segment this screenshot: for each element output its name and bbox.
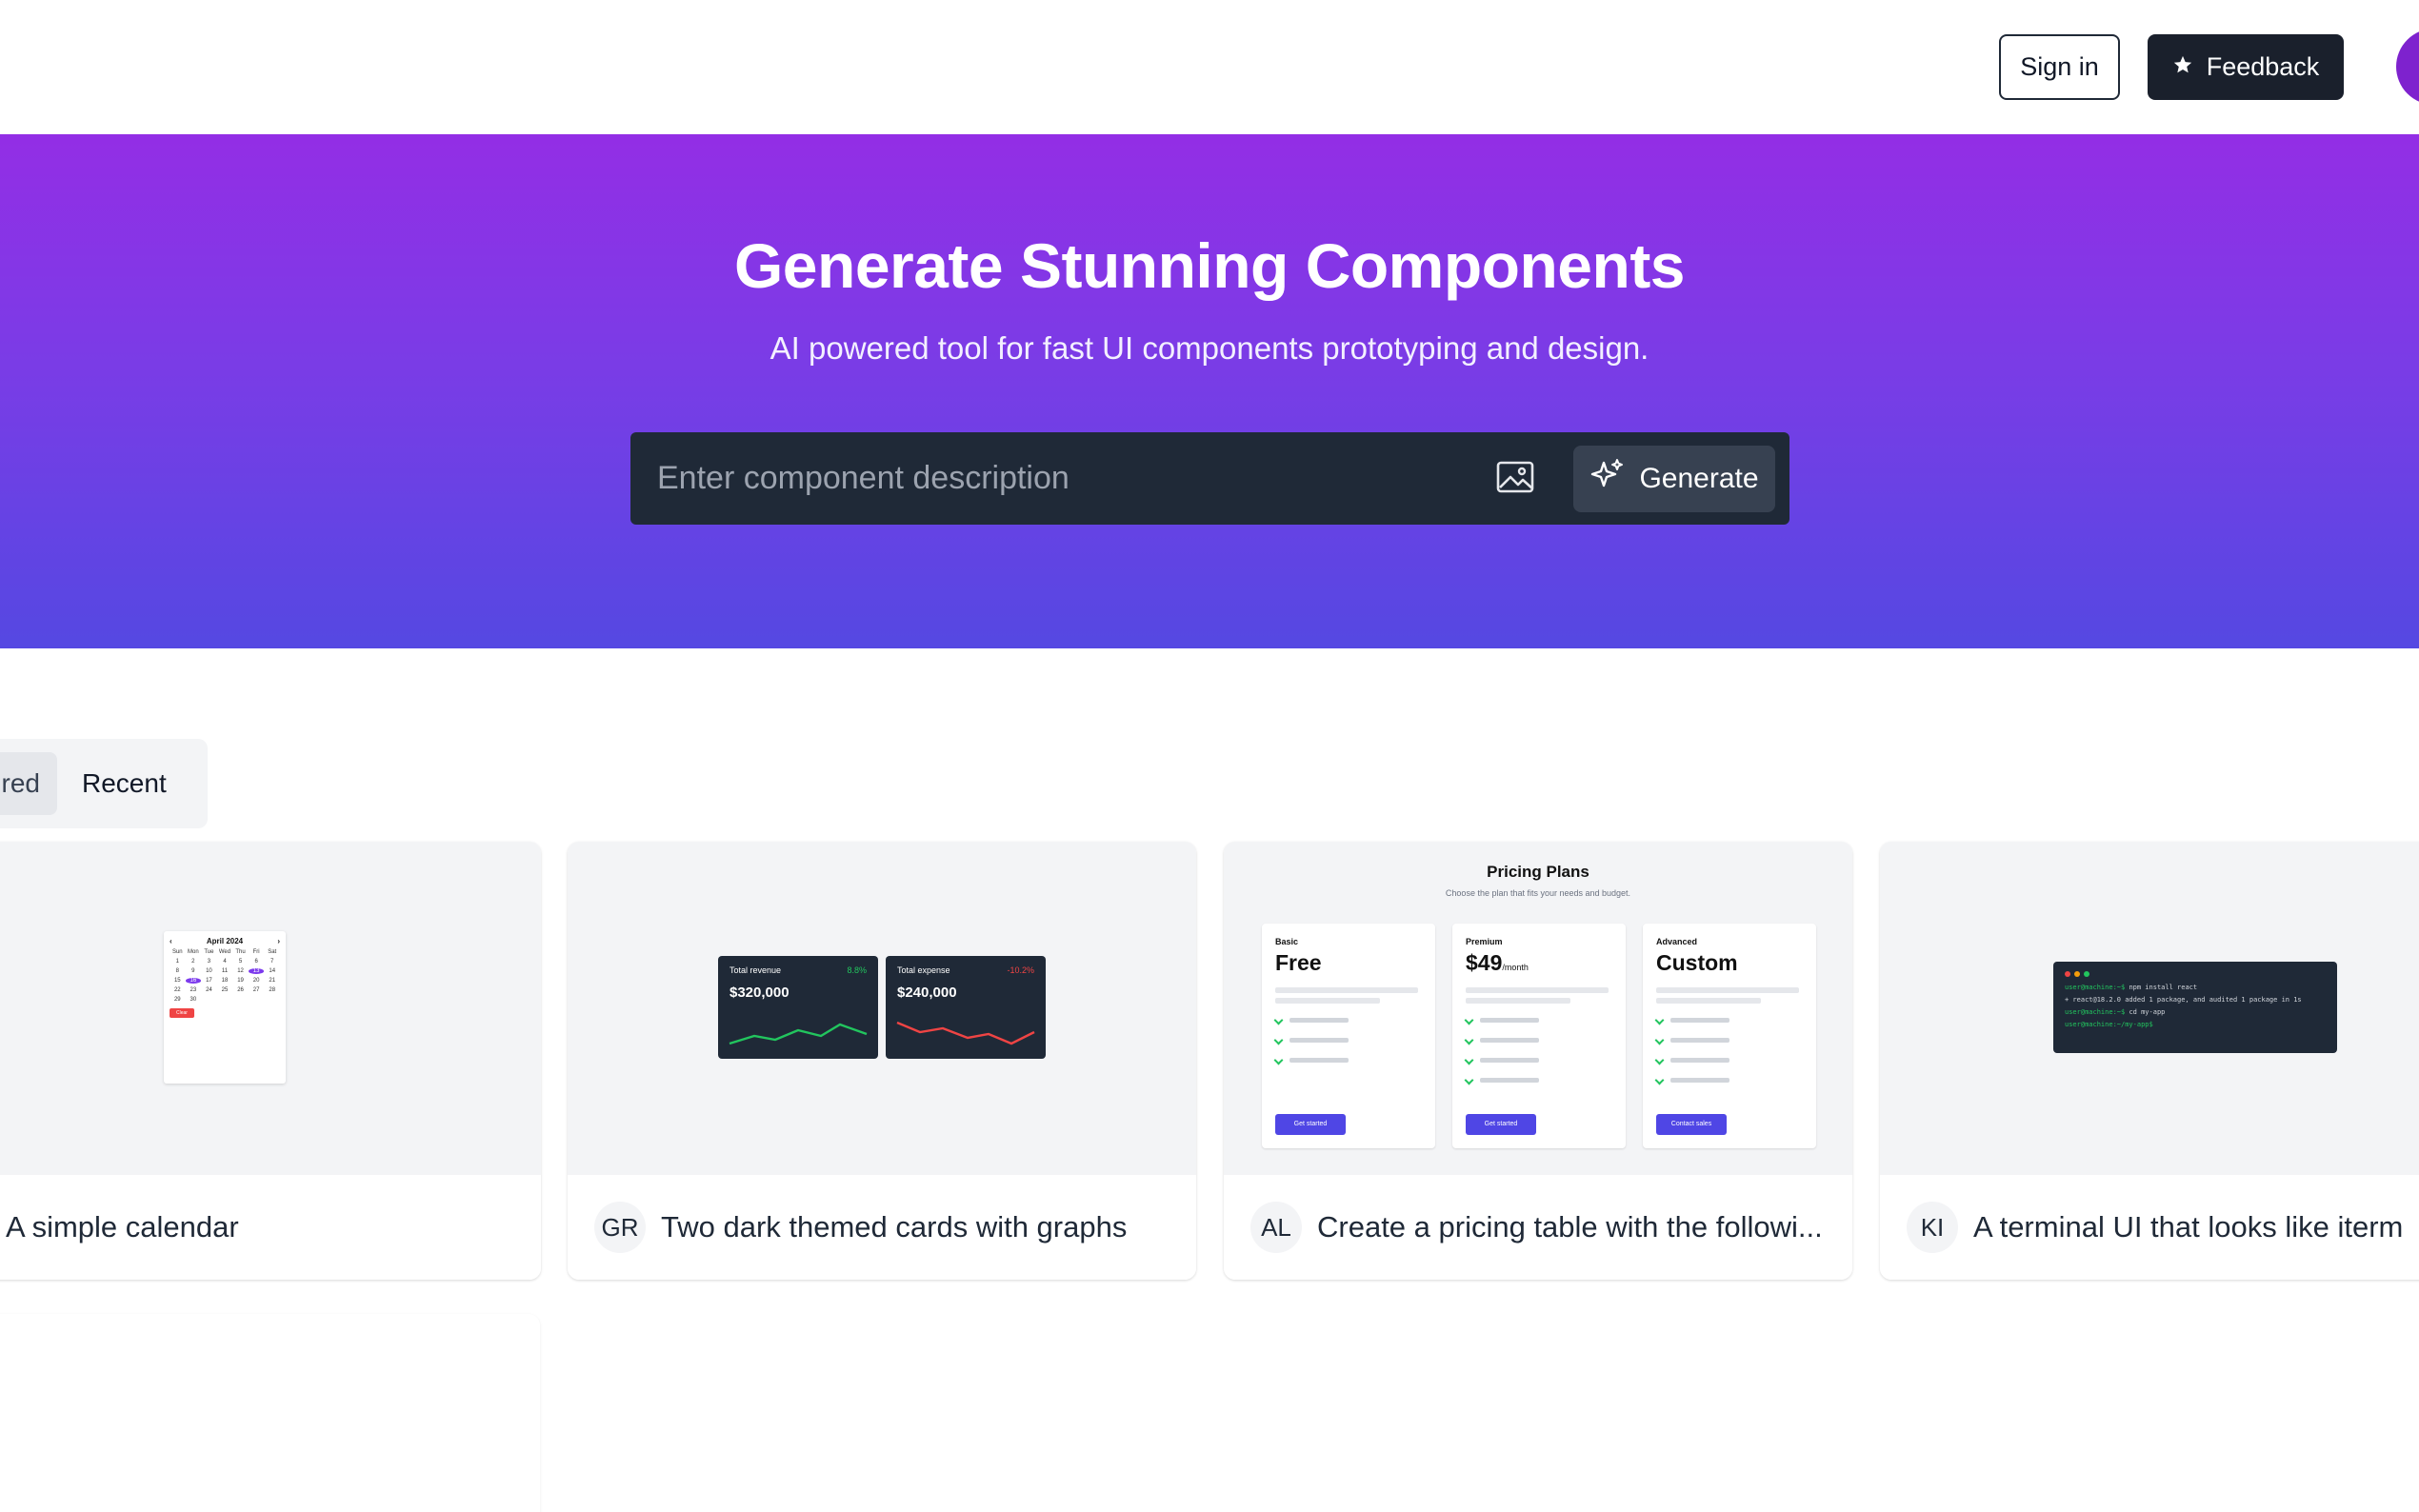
card-preview: ‹ April 2024 › Sun Mon Tue Wed Thu Fri Sat 123… <box>0 842 541 1175</box>
pricing-plan: Advanced Custom Contact sales <box>1643 924 1816 1148</box>
expense-graph <box>896 1021 1035 1045</box>
image-upload-button[interactable] <box>1488 451 1543 507</box>
pricing-heading: Pricing Plans <box>1487 863 1589 881</box>
card-footer: KI A terminal UI that looks like iterm <box>1880 1175 2419 1280</box>
terminal-preview: user@machine:~$ npm install react + reac… <box>2053 962 2337 1053</box>
feedback-label: Feedback <box>2206 52 2320 81</box>
hero-title: Generate Stunning Components <box>733 230 1686 301</box>
sparkles-icon <box>1589 457 1626 501</box>
prev-month-icon: ‹ <box>170 937 172 945</box>
card-title: A simple calendar <box>6 1210 239 1243</box>
card-preview: Pricing Plans Choose the plan that fits … <box>1224 842 1852 1175</box>
card-footer: AL Create a pricing table with the follo… <box>1224 1175 1852 1280</box>
component-card[interactable]: user@machine:~$ npm install react + reac… <box>1880 842 2419 1280</box>
component-description-input[interactable] <box>657 432 1476 525</box>
sign-in-button[interactable]: Sign in <box>1999 34 2120 100</box>
revenue-card-preview: Total revenue 8.8% $320,000 <box>718 956 878 1059</box>
sign-in-label: Sign in <box>2020 52 2099 81</box>
card-preview: Total revenue 8.8% $320,000 Total expense… <box>568 842 1196 1175</box>
revenue-graph <box>729 1023 868 1045</box>
expense-card-preview: Total expense -10.2% $240,000 <box>886 956 1046 1059</box>
calendar-month: April 2024 <box>206 937 244 945</box>
image-icon <box>1496 461 1534 498</box>
card-footer: A simple calendar <box>0 1175 541 1280</box>
component-card[interactable]: Pricing Plans Choose the plan that fits … <box>1224 842 1852 1280</box>
component-card-placeholder <box>0 1314 540 1512</box>
hero-subtitle: AI powered tool for fast UI components p… <box>770 330 1649 366</box>
hero-section: Generate Stunning Components AI powered … <box>0 134 2419 648</box>
card-preview: user@machine:~$ npm install react + reac… <box>1880 842 2419 1175</box>
component-card[interactable]: ‹ April 2024 › Sun Mon Tue Wed Thu Fri Sat 123… <box>0 842 541 1280</box>
pricing-plan: Basic Free Get started <box>1262 924 1435 1148</box>
card-title: A terminal UI that looks like iterm <box>1973 1210 2404 1243</box>
gallery-tabs: red Recent <box>0 739 208 828</box>
calendar-clear-button: Clear <box>170 1008 194 1018</box>
card-title: Create a pricing table with the followi.… <box>1317 1210 1823 1243</box>
top-bar: Sign in Feedback <box>0 0 2419 134</box>
pricing-plan: Premium $49/month Get started <box>1452 924 1626 1148</box>
tab-featured[interactable]: red <box>0 752 57 815</box>
pricing-subheading: Choose the plan that fits your needs and… <box>1445 888 1631 898</box>
feedback-button[interactable]: Feedback <box>2148 34 2344 100</box>
user-avatar[interactable] <box>2396 29 2419 105</box>
card-title: Two dark themed cards with graphs <box>661 1210 1128 1243</box>
tab-recent[interactable]: Recent <box>65 752 189 815</box>
component-card[interactable]: Total revenue 8.8% $320,000 Total expense… <box>568 842 1196 1280</box>
prompt-bar: Generate <box>630 432 1789 525</box>
card-footer: GR Two dark themed cards with graphs <box>568 1175 1196 1280</box>
star-icon <box>2172 52 2193 82</box>
generate-label: Generate <box>1639 463 1759 494</box>
author-avatar: AL <box>1250 1202 1302 1253</box>
generate-button[interactable]: Generate <box>1573 446 1775 512</box>
next-month-icon: › <box>277 937 280 945</box>
author-avatar: KI <box>1907 1202 1958 1253</box>
author-avatar: GR <box>594 1202 646 1253</box>
calendar-grid: Sun Mon Tue Wed Thu Fri Sat 1234567 8 9 10 11 12 13… <box>171 949 277 1003</box>
calendar-preview: ‹ April 2024 › Sun Mon Tue Wed Thu Fri Sat 123… <box>164 931 286 1084</box>
